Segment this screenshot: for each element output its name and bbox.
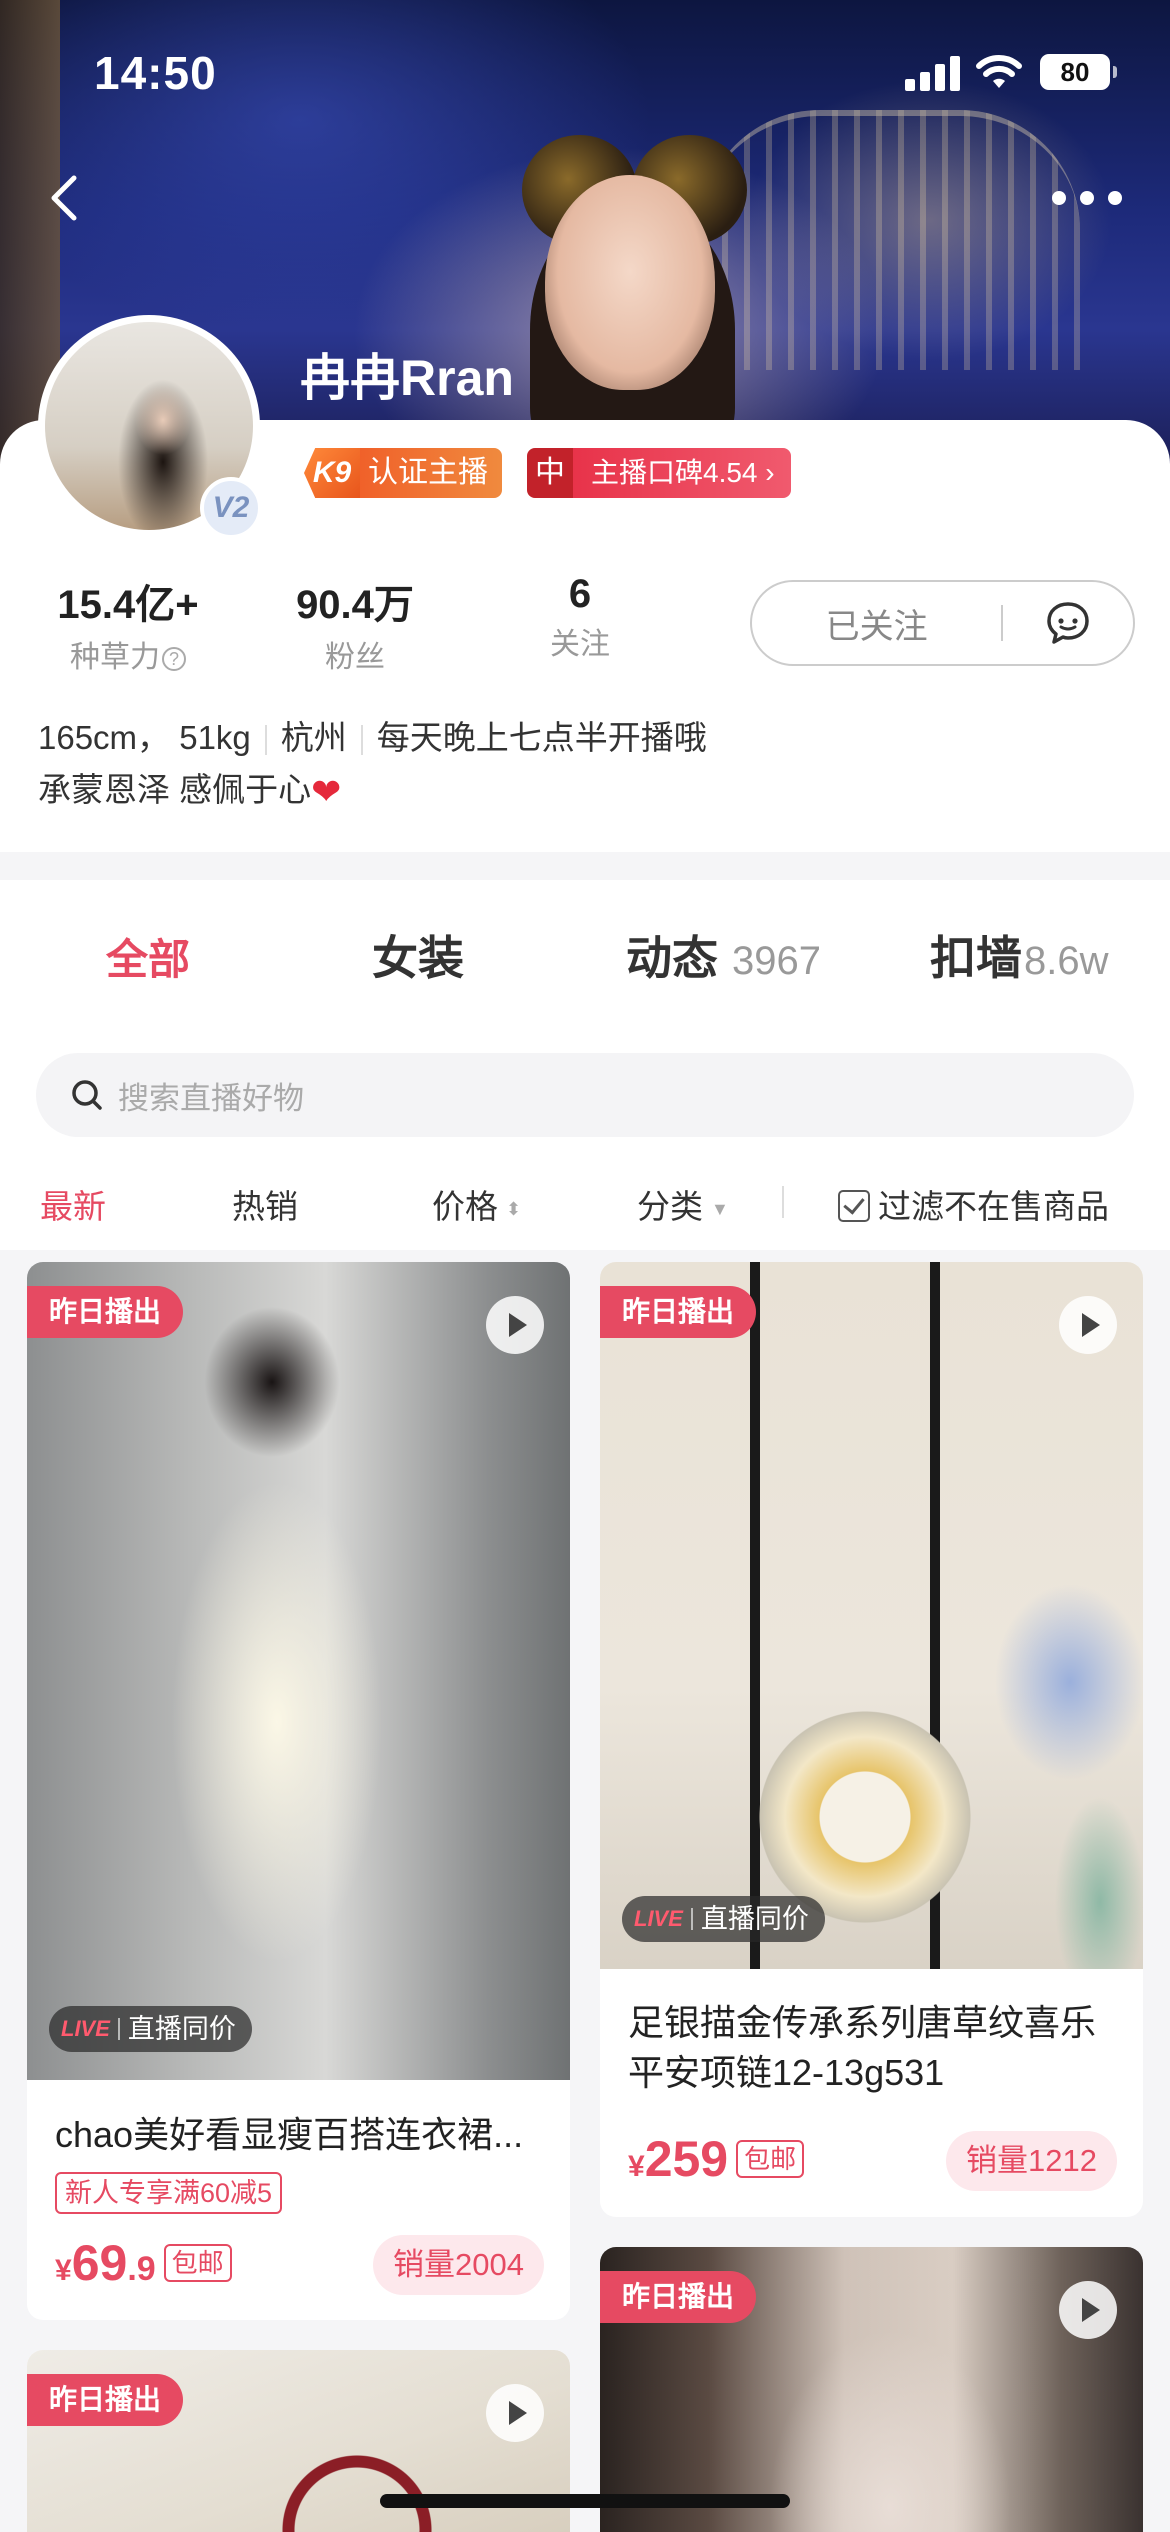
free-shipping-tag: 包邮	[736, 2140, 805, 2178]
certified-anchor-label: 认证主播	[360, 448, 502, 498]
stat-following[interactable]: 6 关注	[480, 572, 680, 663]
product-title: chao美好看显瘦百搭连衣裙...	[55, 2114, 524, 2155]
sort-icon: ⬍	[506, 1198, 522, 1219]
filter-category[interactable]: 分类 ▼	[637, 1180, 729, 1228]
bio-line-1: 165cm， 51kg 杭州 每天晚上七点半开播哦	[38, 719, 707, 756]
banner-face	[545, 175, 715, 390]
live-price-badge: LIVE 直播同价	[622, 1896, 825, 1942]
status-time: 14:50	[94, 47, 217, 99]
play-icon[interactable]	[1059, 2281, 1117, 2339]
reputation-badge[interactable]: 中 主播口碑4.54 ›	[527, 448, 791, 498]
chat-button[interactable]	[1003, 600, 1133, 646]
tab-all[interactable]: 全部	[106, 926, 190, 987]
product-price: ¥259 包邮	[628, 2130, 805, 2188]
profile-nickname: 冉冉Rran	[300, 350, 514, 406]
filter-hot[interactable]: 热销	[232, 1180, 298, 1228]
more-icon[interactable]	[1052, 180, 1122, 216]
battery-icon: 80	[1040, 54, 1117, 90]
free-shipping-tag: 包邮	[163, 2244, 232, 2282]
aired-yesterday-tag: 昨日播出	[27, 2374, 184, 2426]
tab-wall[interactable]: 扣墙8.6w	[930, 922, 1109, 988]
avatar-level-badge: V2	[200, 477, 262, 539]
followed-button[interactable]: 已关注	[752, 599, 1001, 648]
sales-badge: 销量2004	[373, 2235, 544, 2295]
product-card[interactable]: 昨日播出 LIVE 直播同价 chao美好看显瘦百搭连衣裙... 新人专享满60减…	[27, 1262, 570, 2320]
play-icon[interactable]	[486, 2384, 544, 2442]
search-placeholder: 搜索直播好物	[118, 1080, 304, 1116]
live-price-badge: LIVE 直播同价	[49, 2006, 252, 2052]
bio-line-2: 承蒙恩泽 感佩于心❤	[38, 764, 707, 818]
certified-anchor-badge[interactable]: K9 认证主播	[304, 448, 502, 498]
tab-womens-clothing[interactable]: 女装	[372, 922, 464, 988]
stat-grass-power[interactable]: 15.4亿+ 种草力?	[28, 572, 228, 676]
play-icon[interactable]	[1059, 1296, 1117, 1354]
search-icon	[72, 1080, 102, 1110]
stat-fans[interactable]: 90.4万 粉丝	[255, 572, 455, 676]
product-image	[600, 1262, 1143, 1969]
k9-level-icon: K9	[304, 448, 360, 498]
product-price: ¥69.9 包邮	[55, 2234, 232, 2292]
back-icon[interactable]	[44, 168, 84, 228]
heart-icon: ❤	[311, 771, 342, 813]
aired-yesterday-tag: 昨日播出	[600, 2271, 757, 2323]
product-card[interactable]: 昨日播出	[600, 2247, 1143, 2532]
aired-yesterday-tag: 昨日播出	[27, 1286, 184, 1338]
product-title: 足银描金传承系列唐草纹喜乐平安项链12-13g531	[628, 2002, 1097, 2093]
coupon-badge: 新人专享满60减5	[55, 2172, 283, 2214]
signal-icon	[905, 55, 961, 91]
product-card[interactable]: 昨日播出 LIVE 直播同价 足银描金传承系列唐草纹喜乐平安项链12-13g531…	[600, 1262, 1143, 2217]
tab-updates[interactable]: 动态 3967	[626, 922, 821, 988]
content-tabs: 全部 女装 动态 3967 扣墙8.6w	[0, 880, 1170, 1015]
filter-latest[interactable]: 最新	[40, 1180, 106, 1228]
filter-out-of-stock-toggle[interactable]: 过滤不在售商品	[838, 1180, 1109, 1228]
filter-price[interactable]: 价格 ⬍	[432, 1180, 521, 1228]
reputation-label: 主播口碑4.54 ›	[573, 448, 791, 498]
sales-badge: 销量1212	[946, 2131, 1117, 2191]
follow-group: 已关注	[750, 580, 1135, 666]
question-icon[interactable]: ?	[162, 647, 186, 672]
aired-yesterday-tag: 昨日播出	[600, 1286, 757, 1338]
chat-icon	[1047, 602, 1089, 644]
reputation-level: 中	[527, 448, 573, 498]
chevron-right-icon: ›	[765, 457, 775, 488]
filter-divider	[782, 1186, 784, 1218]
checkbox-icon[interactable]	[838, 1190, 870, 1223]
product-image	[27, 1262, 570, 2080]
play-icon[interactable]	[486, 1296, 544, 1354]
profile-bio: 165cm， 51kg 杭州 每天晚上七点半开播哦 承蒙恩泽 感佩于心❤	[38, 712, 707, 818]
dropdown-icon: ▼	[711, 1198, 729, 1219]
avatar[interactable]: V2	[38, 315, 262, 539]
wifi-icon	[976, 55, 1022, 88]
home-indicator[interactable]	[380, 2494, 790, 2508]
search-input[interactable]: 搜索直播好物	[36, 1053, 1134, 1137]
banner-castle	[700, 110, 1080, 370]
status-bar: 14:50 80	[0, 0, 1170, 140]
